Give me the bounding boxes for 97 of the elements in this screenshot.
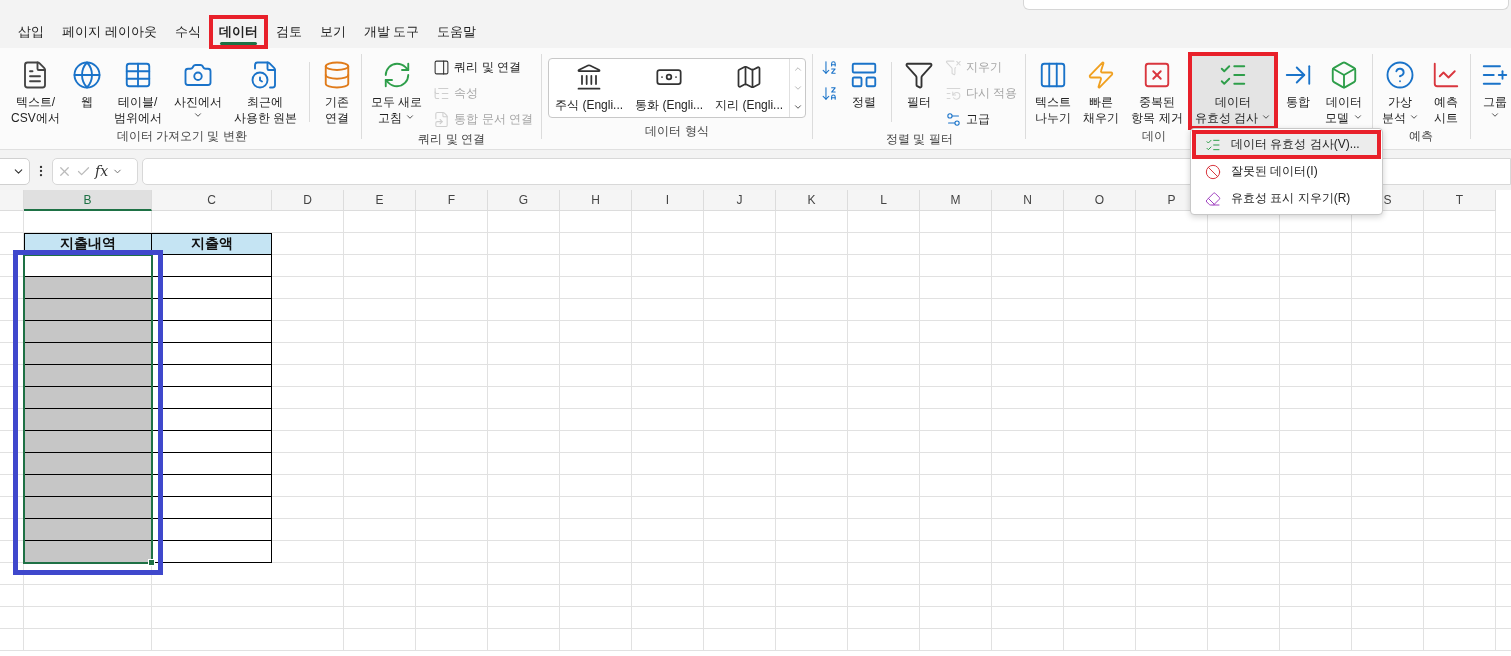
header-cell: 지출액 [152,233,272,255]
ribbon-tab[interactable]: 수식 [166,17,209,47]
group-label: 데이 [1141,128,1168,144]
search-field[interactable] [1023,0,1509,10]
function-label[interactable]: fx [95,163,109,179]
table-cell[interactable] [152,519,272,541]
ribbon-button[interactable]: 고급 [941,108,1022,131]
ribbon-button[interactable]: 예측 시트 [1426,54,1467,128]
question-icon [1385,60,1416,90]
table-cell[interactable] [24,321,152,343]
table-cell[interactable] [24,453,152,475]
gallery-item[interactable]: 통화 (Engli... [629,59,710,117]
column-header[interactable]: E [344,190,416,211]
table-cell[interactable] [152,365,272,387]
column-header[interactable]: C [152,190,272,211]
gallery-item[interactable]: 지리 (Engli... [709,59,790,117]
table-cell[interactable] [152,431,272,453]
ribbon-tab[interactable]: 개발 도구 [355,17,428,47]
column-header[interactable]: B [24,190,152,211]
group-label: 예측 [1408,128,1435,144]
table-cell[interactable] [24,299,152,321]
table-cell[interactable] [152,255,272,277]
column-header[interactable]: G [488,190,560,211]
table-cell[interactable] [24,541,152,563]
table-cell[interactable] [24,343,152,365]
table-cell[interactable] [24,387,152,409]
sort-ascending-icon [821,59,839,76]
ribbon-tab[interactable]: 페이지 레이아웃 [54,17,165,47]
table-cell[interactable] [152,409,272,431]
column-header[interactable]: O [1064,190,1136,211]
gallery-item[interactable]: 주식 (Engli... [549,59,630,117]
ribbon-button[interactable]: 통합 [1278,54,1319,128]
column-header[interactable]: K [776,190,848,211]
table-cell[interactable] [152,497,272,519]
table-cell[interactable] [152,541,272,563]
column-header[interactable]: I [632,190,704,211]
column-header[interactable]: N [992,190,1064,211]
sort-descending-icon [821,85,839,102]
clear-filter-icon [945,59,963,76]
group-label: 데이터 형식 [644,123,710,139]
table-cell[interactable] [152,343,272,365]
ribbon-button[interactable]: 중복된 항목 제거 [1126,54,1188,128]
group-label: 정렬 및 필터 [884,131,954,147]
ribbon-button[interactable]: 텍스트 나누기 [1030,54,1077,128]
column-header[interactable]: M [920,190,992,211]
column-header[interactable]: L [848,190,920,211]
ribbon-button[interactable]: 쿼리 및 연결 [429,56,538,79]
table-cell[interactable] [24,277,152,299]
list-icon [433,85,451,102]
ribbon-button[interactable]: 테이블/ 범위에서 [108,54,167,128]
table-cell[interactable] [24,365,152,387]
table-cell[interactable] [152,277,272,299]
ribbon-button[interactable]: 정렬 [844,54,885,128]
globe-icon [71,60,102,90]
ribbon-button[interactable]: 그룹 [1475,54,1511,128]
table-cell[interactable] [24,431,152,453]
table-cell[interactable] [152,475,272,497]
ribbon-tab[interactable]: 검토 [267,17,310,47]
ribbon-button[interactable]: 가상 분석 [1376,54,1425,128]
ribbon-button[interactable]: 빠른 채우기 [1078,54,1125,128]
ribbon-button[interactable]: 사진에서 [168,54,227,128]
reapply-icon [945,85,963,102]
column-header[interactable]: T [1424,190,1496,211]
link-document-icon [433,111,451,128]
no-sign-icon [1205,163,1221,180]
column-header[interactable]: J [704,190,776,211]
ribbon-button[interactable]: 필터 [899,54,940,128]
chevron-down-icon [792,83,803,93]
advanced-filter-icon [945,111,963,128]
ribbon-button[interactable]: 텍스트/ CSV에서 [6,54,65,128]
ribbon-button[interactable]: 데이터 모델 [1320,54,1368,128]
table-cell[interactable] [24,497,152,519]
table-cell[interactable] [152,299,272,321]
table-cell[interactable] [24,475,152,497]
column-header[interactable]: H [560,190,632,211]
ribbon-tab[interactable]: 보기 [311,17,354,47]
table-cell[interactable] [152,453,272,475]
group-label: 데이터 가져오기 및 변환 [115,128,248,144]
ribbon-button[interactable]: 모두 새로 고침 [366,54,428,128]
ribbon-tab[interactable]: 데이터 [210,17,266,47]
group-label: 쿼리 및 연결 [417,131,486,147]
eraser-icon [1205,190,1221,207]
fill-handle[interactable] [148,559,155,566]
menu-item[interactable]: 잘못된 데이터(I) [1193,158,1380,185]
table-cell[interactable] [152,387,272,409]
table-cell[interactable] [24,519,152,541]
column-header[interactable]: D [272,190,344,211]
ribbon-tab[interactable]: 도움말 [429,17,485,47]
ribbon-tab[interactable]: 삽입 [10,17,52,47]
ribbon-button[interactable]: 최근에 사용한 원본 [228,54,303,128]
ribbon-button[interactable]: 웹 [66,54,107,128]
filter-icon [904,60,935,90]
table-cell[interactable] [24,409,152,431]
table-cell[interactable] [152,321,272,343]
column-header[interactable]: F [416,190,488,211]
panel-icon [433,59,451,76]
ribbon-button[interactable]: 기존 연결 [317,54,358,128]
